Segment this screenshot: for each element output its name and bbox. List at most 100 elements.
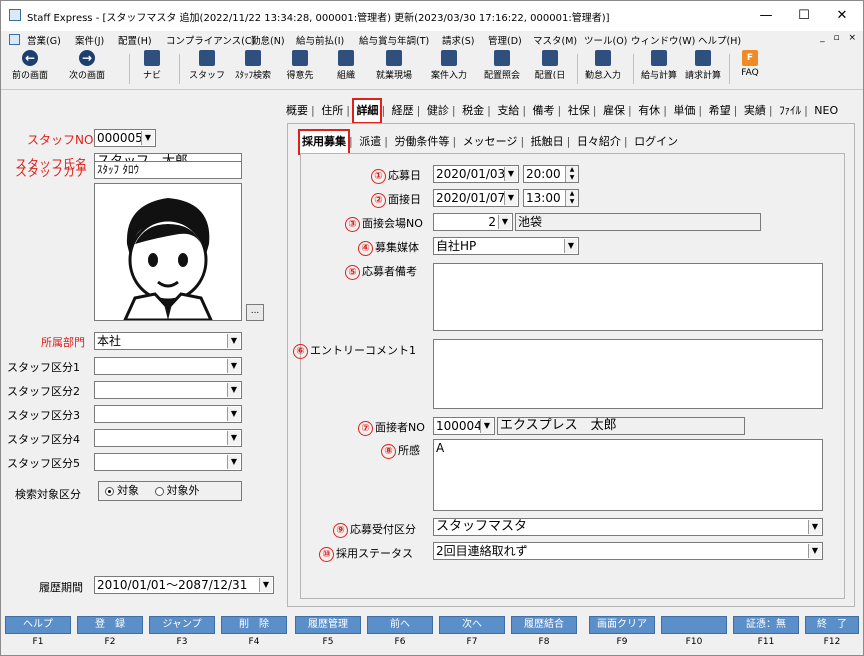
dept-select[interactable]: 本社 ▼ bbox=[94, 332, 242, 350]
tab-paid-leave[interactable]: 有休 bbox=[636, 100, 662, 122]
menu-window[interactable]: ウィンドウ(W) bbox=[631, 33, 695, 47]
fkey-delete-button[interactable]: 削 除 bbox=[221, 616, 287, 634]
toolbar: ← 前の画面 → 次の画面 ナビ スタッフ ｽﾀｯﾌ検索 得意先 組織 就業現場… bbox=[1, 48, 863, 90]
menu-sales[interactable]: 営業(G) bbox=[27, 33, 61, 47]
fkey-history-merge-button[interactable]: 履歴結合 bbox=[511, 616, 577, 634]
fkey-f10-button[interactable] bbox=[661, 616, 727, 634]
tab-payment[interactable]: 支給 bbox=[495, 100, 521, 122]
staff-kana-input[interactable]: ｽﾀｯﾌ ﾀﾛｳ bbox=[94, 161, 242, 179]
menu-billing[interactable]: 請求(S) bbox=[442, 33, 474, 47]
status-select[interactable]: 2回目連絡取れず ▼ bbox=[433, 542, 823, 560]
staff-division-5-select[interactable]: ▼ bbox=[94, 453, 242, 471]
mdi-window-controls[interactable]: _ ▫ × bbox=[820, 33, 859, 43]
history-period-label: 履歴期間 bbox=[39, 581, 83, 594]
toolbar-billing-button[interactable]: 請求計算 bbox=[681, 50, 725, 81]
tab-career[interactable]: 経歴 bbox=[390, 100, 416, 122]
tab-preferences[interactable]: 希望 bbox=[707, 100, 733, 122]
tab-notes[interactable]: 備考 bbox=[531, 100, 557, 122]
photo-browse-button[interactable]: ... bbox=[246, 304, 264, 321]
interviewer-no-select[interactable]: 100004 ▼ bbox=[433, 417, 495, 435]
tab-details[interactable]: 詳細 bbox=[352, 98, 383, 124]
entry-comment-textarea[interactable] bbox=[433, 339, 823, 409]
menu-tools[interactable]: ツール(O) bbox=[584, 33, 627, 47]
search-target-option-excluded[interactable]: 対象外 bbox=[154, 484, 200, 497]
search-target-radio-group: 対象 対象外 bbox=[98, 481, 242, 501]
fkey-prev-button[interactable]: 前へ bbox=[367, 616, 433, 634]
staff-division-2-select[interactable]: ▼ bbox=[94, 381, 242, 399]
media-select[interactable]: 自社HP ▼ bbox=[433, 237, 579, 255]
applicant-note-textarea[interactable] bbox=[433, 263, 823, 331]
close-button[interactable]: ✕ bbox=[825, 5, 859, 27]
tab-daily-referral[interactable]: 日々紹介 bbox=[575, 131, 623, 153]
staff-no-select[interactable]: 000005 ▼ bbox=[94, 129, 156, 147]
tab-divider: | bbox=[349, 135, 353, 148]
fkey-history-button[interactable]: 履歴管理 bbox=[295, 616, 361, 634]
chevron-down-icon: ▼ bbox=[504, 167, 517, 181]
toolbar-staff-search-button[interactable]: ｽﾀｯﾌ検索 bbox=[230, 50, 276, 81]
menu-help[interactable]: ヘルプ(H) bbox=[698, 33, 741, 47]
tab-health-check[interactable]: 健診 bbox=[425, 100, 451, 122]
menu-assignment[interactable]: 配置(H) bbox=[118, 33, 152, 47]
fkey-next-button[interactable]: 次へ bbox=[439, 616, 505, 634]
toolbar-assignment-inquiry-button[interactable]: 配置照会 bbox=[479, 50, 525, 81]
tab-working-conditions[interactable]: 労働条件等 bbox=[392, 131, 451, 153]
interview-time-spinner[interactable]: 13:00 ▲ ▼ bbox=[523, 189, 579, 207]
apply-date-picker[interactable]: 2020/01/03 ▼ bbox=[433, 165, 519, 183]
menu-master[interactable]: マスタ(M) bbox=[533, 33, 577, 47]
staff-photo bbox=[94, 183, 242, 322]
impression-textarea[interactable]: A bbox=[433, 439, 823, 511]
history-period-select[interactable]: 2010/01/01～2087/12/31 ▼ bbox=[94, 576, 274, 594]
tab-neo[interactable]: NEO bbox=[812, 100, 840, 122]
fkey-clear-button[interactable]: 画面クリア bbox=[589, 616, 655, 634]
toolbar-assignment-daily-button[interactable]: 配置(日 bbox=[529, 50, 571, 81]
menu-jobs[interactable]: 案件(J) bbox=[75, 33, 104, 47]
toolbar-payroll-button[interactable]: 給与計算 bbox=[637, 50, 681, 81]
tab-message[interactable]: メッセージ bbox=[461, 131, 520, 153]
menu-payroll[interactable]: 給与賞与年調(T) bbox=[359, 33, 429, 47]
tab-dispatch[interactable]: 派遣 bbox=[357, 131, 383, 153]
tab-social-insurance[interactable]: 社保 bbox=[566, 100, 592, 122]
toolbar-forward-button[interactable]: → 次の画面 bbox=[59, 50, 115, 81]
tab-tax[interactable]: 税金 bbox=[460, 100, 486, 122]
entry-comment-label: ⑥ エントリーコメント1 bbox=[293, 342, 416, 359]
menu-advance-pay[interactable]: 給与前払(I) bbox=[296, 33, 344, 47]
toolbar-back-button[interactable]: ← 前の画面 bbox=[5, 50, 55, 81]
tab-files[interactable]: ﾌｧｲﾙ bbox=[777, 100, 803, 122]
tab-overview[interactable]: 概要 bbox=[284, 100, 310, 122]
interview-date-label: ② 面接日 bbox=[371, 191, 421, 208]
toolbar-faq-button[interactable]: F FAQ bbox=[735, 50, 765, 78]
fkey-evidence-button[interactable]: 証憑：無 bbox=[733, 616, 799, 634]
toolbar-staff-button[interactable]: スタッフ bbox=[187, 50, 227, 81]
staff-division-4-select[interactable]: ▼ bbox=[94, 429, 242, 447]
status-label: ⑩ 採用ステータス bbox=[319, 545, 413, 562]
toolbar-organization-button[interactable]: 組織 bbox=[331, 50, 361, 81]
toolbar-attendance-entry-button[interactable]: 勤怠入力 bbox=[581, 50, 625, 81]
fkey-exit-button[interactable]: 終 了 bbox=[805, 616, 859, 634]
tab-conflict-date[interactable]: 抵触日 bbox=[529, 131, 566, 153]
reception-select[interactable]: スタッフマスタ ▼ bbox=[433, 518, 823, 536]
search-target-option-target[interactable]: 対象 bbox=[105, 484, 139, 497]
staff-division-1-select[interactable]: ▼ bbox=[94, 357, 242, 375]
interview-date-picker[interactable]: 2020/01/07 ▼ bbox=[433, 189, 519, 207]
tab-login[interactable]: ログイン bbox=[632, 131, 680, 153]
fkey-help-button[interactable]: ヘルプ bbox=[5, 616, 71, 634]
toolbar-job-entry-button[interactable]: 案件入力 bbox=[427, 50, 471, 81]
tab-recruitment[interactable]: 採用募集 bbox=[298, 129, 350, 155]
menu-compliance[interactable]: コンプライアンス(C) bbox=[166, 33, 255, 47]
tab-unit-price[interactable]: 単価 bbox=[671, 100, 697, 122]
minimize-button[interactable]: — bbox=[749, 5, 783, 27]
toolbar-client-button[interactable]: 得意先 bbox=[282, 50, 318, 81]
tab-employment-insurance[interactable]: 雇保 bbox=[601, 100, 627, 122]
maximize-button[interactable]: ☐ bbox=[787, 5, 821, 27]
toolbar-navi-button[interactable]: ナビ bbox=[137, 50, 167, 81]
apply-time-spinner[interactable]: 20:00 ▲ ▼ bbox=[523, 165, 579, 183]
toolbar-worksite-button[interactable]: 就業現場 bbox=[371, 50, 417, 81]
staff-division-3-select[interactable]: ▼ bbox=[94, 405, 242, 423]
menu-management[interactable]: 管理(D) bbox=[488, 33, 522, 47]
fkey-register-button[interactable]: 登 録 bbox=[77, 616, 143, 634]
tab-results[interactable]: 実績 bbox=[742, 100, 768, 122]
tab-address[interactable]: 住所 bbox=[319, 100, 345, 122]
fkey-jump-button[interactable]: ジャンプ bbox=[149, 616, 215, 634]
menu-attendance[interactable]: 勤怠(N) bbox=[251, 33, 285, 47]
venue-no-select[interactable]: 2 ▼ bbox=[433, 213, 513, 231]
